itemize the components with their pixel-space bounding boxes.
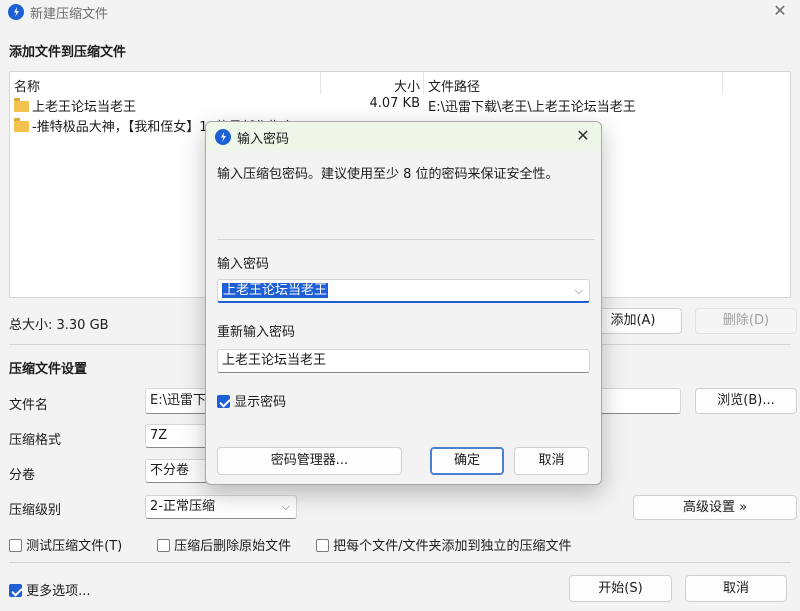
filename-label: 文件名 xyxy=(9,398,49,413)
folder-icon xyxy=(14,98,29,112)
show-password-label: 显示密码 xyxy=(234,395,287,410)
level-label: 压缩级别 xyxy=(9,503,62,518)
cancel-button[interactable]: 取消 xyxy=(685,575,787,602)
format-value: 7Z xyxy=(150,428,168,443)
table-row[interactable]: 上老王论坛当老王 4.07 KB E:\迅雷下载\老王\上老王论坛当老王 xyxy=(14,96,774,115)
add-section-title: 添加文件到压缩文件 xyxy=(9,45,127,60)
browse-button[interactable]: 浏览(B)... xyxy=(695,388,797,414)
checkbox-icon[interactable] xyxy=(9,539,22,552)
checkbox-checked-icon[interactable] xyxy=(9,584,22,597)
split-value: 不分卷 xyxy=(150,463,190,478)
app-logo-icon xyxy=(215,129,231,145)
separate-archives-check[interactable]: 把每个文件/文件夹添加到独立的压缩文件 xyxy=(316,535,572,554)
settings-section-title: 压缩文件设置 xyxy=(9,362,88,377)
test-archive-check[interactable]: 测试压缩文件(T) xyxy=(9,535,122,554)
dialog-cancel-button[interactable]: 取消 xyxy=(514,447,589,475)
test-archive-label: 测试压缩文件(T) xyxy=(26,539,123,554)
column-divider xyxy=(320,72,321,94)
file-size: 4.07 KB xyxy=(369,96,420,111)
password-input[interactable]: 上老王论坛当老王 ⌵ xyxy=(217,279,590,303)
chevron-down-icon: ⌵ xyxy=(281,500,290,513)
delete-after-check[interactable]: 压缩后删除原始文件 xyxy=(157,535,291,554)
folder-icon xyxy=(14,118,29,132)
reenter-password-label: 重新输入密码 xyxy=(217,325,296,340)
start-button[interactable]: 开始(S) xyxy=(569,575,672,602)
window-title: 新建压缩文件 xyxy=(30,7,109,22)
dialog-divider xyxy=(217,239,595,240)
column-divider xyxy=(722,72,723,94)
window-close-icon[interactable]: ✕ xyxy=(770,1,790,21)
file-name: 上老王论坛当老王 xyxy=(32,100,137,115)
separate-archives-label: 把每个文件/文件夹添加到独立的压缩文件 xyxy=(333,539,572,554)
footer-divider xyxy=(9,562,791,563)
advanced-settings-button[interactable]: 高级设置 » xyxy=(633,495,797,520)
format-label: 压缩格式 xyxy=(9,433,62,448)
password-manager-button[interactable]: 密码管理器... xyxy=(217,447,402,475)
dialog-info-text: 输入压缩包密码。建议使用至少 8 位的密码来保证安全性。 xyxy=(217,167,559,182)
level-value: 2-正常压缩 xyxy=(150,499,215,514)
dialog-title: 输入密码 xyxy=(237,132,290,147)
reenter-password-input[interactable]: 上老王论坛当老王 xyxy=(217,349,590,373)
column-header-name[interactable]: 名称 xyxy=(14,76,40,95)
app-logo-icon xyxy=(8,4,24,20)
checkbox-icon[interactable] xyxy=(316,539,329,552)
column-divider xyxy=(423,72,424,94)
password-label: 输入密码 xyxy=(217,257,270,272)
chevron-down-icon[interactable]: ⌵ xyxy=(575,280,583,302)
ok-button[interactable]: 确定 xyxy=(430,447,504,475)
file-path: E:\迅雷下载\老王\上老王论坛当老王 xyxy=(428,100,636,115)
checkbox-checked-icon[interactable] xyxy=(217,395,230,408)
column-header-path[interactable]: 文件路径 xyxy=(428,76,480,95)
column-header-size[interactable]: 大小 xyxy=(380,76,420,95)
password-selected-text: 上老王论坛当老王 xyxy=(222,283,329,298)
checkbox-icon[interactable] xyxy=(157,539,170,552)
dialog-close-icon[interactable]: ✕ xyxy=(573,126,593,146)
show-password-check[interactable]: 显示密码 xyxy=(217,391,286,410)
split-label: 分卷 xyxy=(9,468,36,483)
total-size: 总大小: 3.30 GB xyxy=(9,318,109,333)
delete-button[interactable]: 删除(D) xyxy=(695,308,797,334)
more-options-check[interactable]: 更多选项... xyxy=(9,580,91,599)
more-options-label: 更多选项... xyxy=(26,584,91,599)
delete-after-label: 压缩后删除原始文件 xyxy=(174,539,292,554)
level-select[interactable]: 2-正常压缩 ⌵ xyxy=(145,495,297,519)
password-dialog: 输入密码 ✕ 输入压缩包密码。建议使用至少 8 位的密码来保证安全性。 输入密码… xyxy=(205,121,602,485)
